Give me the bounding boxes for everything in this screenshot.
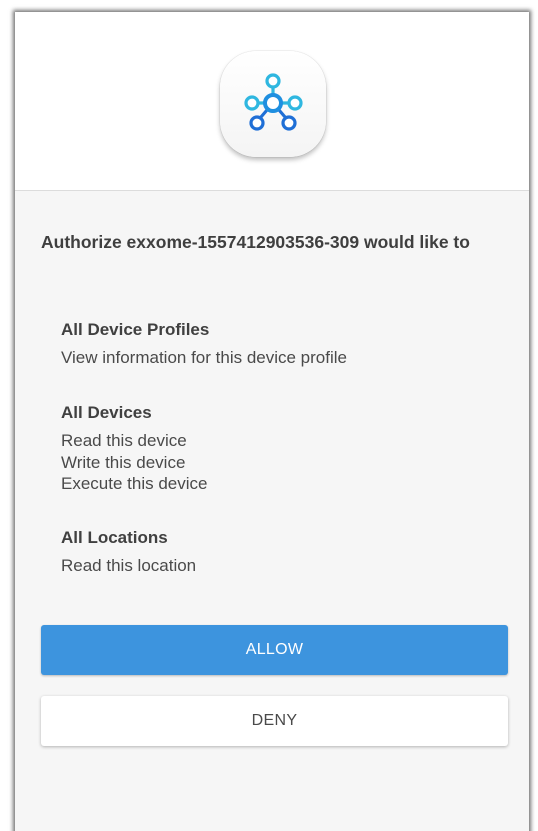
connected-hub-icon xyxy=(220,51,326,157)
allow-button[interactable]: ALLOW xyxy=(41,625,508,675)
permission-group-title: All Device Profiles xyxy=(61,320,210,339)
permission-item: View information for this device profile xyxy=(61,348,347,367)
permission-group-locations: All Locations Read this location xyxy=(61,527,511,577)
permission-item: Read this location xyxy=(61,556,197,575)
permission-item: Read this device xyxy=(61,431,187,450)
permission-item: Write this device xyxy=(61,452,186,472)
permission-group-device-profiles: All Device Profiles View information for… xyxy=(61,319,511,369)
authorization-dialog: Authorize exxome-1557412903536-309 would… xyxy=(15,12,529,831)
authorize-title: Authorize exxome-1557412903536-309 would… xyxy=(41,232,470,252)
deny-button[interactable]: DENY xyxy=(41,696,508,746)
permission-group-title: All Devices xyxy=(61,403,152,422)
dialog-header xyxy=(15,12,529,191)
permission-item: Execute this device xyxy=(61,474,208,493)
permission-group-title: All Locations xyxy=(61,528,168,547)
permission-group-devices: All Devices Read this device Write this … xyxy=(61,402,511,495)
screen: Authorize exxome-1557412903536-309 would… xyxy=(0,0,538,831)
